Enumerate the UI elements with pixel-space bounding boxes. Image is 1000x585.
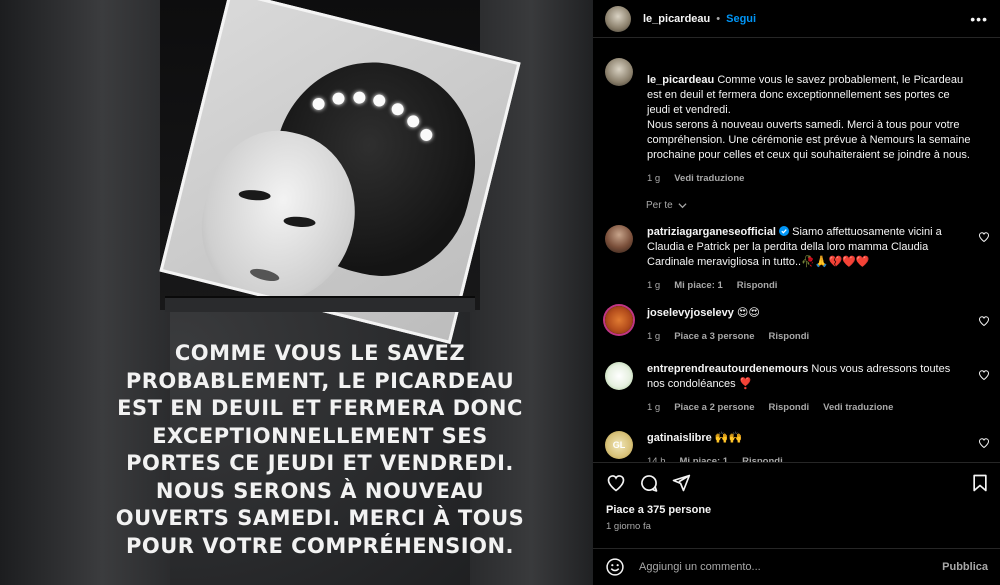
commenter-avatar[interactable]: GL [605,431,633,459]
comment-reply-button[interactable]: Rispondi [737,278,778,293]
comment-reply-button[interactable]: Rispondi [769,329,810,344]
caption-body: le_picardeau Comme vous le savez probabl… [647,58,971,186]
comment-username[interactable]: gatinaislibre [647,432,712,444]
commenter-avatar[interactable] [605,225,633,253]
follow-button[interactable]: Segui [726,13,756,25]
save-bookmark-icon[interactable] [970,473,990,493]
comment-item: patriziagarganeseofficial Siamo affettuo… [605,225,1000,293]
like-comment-heart-icon[interactable] [978,369,990,381]
verified-badge-icon [779,226,790,236]
share-send-icon[interactable] [671,473,691,493]
caption-text: Comme vous le savez probablement, le Pic… [647,74,971,161]
post-sidebar: le_picardeau • Segui ••• le_picardeau Co… [593,0,1000,585]
like-heart-icon[interactable] [606,473,626,493]
comment-meta: 1 g Piace a 3 persone Rispondi [647,329,971,344]
comment-likes[interactable]: Mi piace: 1 [680,454,729,462]
comment-likes[interactable]: Piace a 2 persone [674,400,754,415]
commenter-avatar[interactable] [605,306,633,334]
pocket-lip [165,296,475,312]
like-comment-heart-icon[interactable] [978,437,990,449]
post-image[interactable]: COMME VOUS LE SAVEZ PROBABLEMENT, LE PIC… [0,0,593,585]
caption-time[interactable]: 1 g [647,171,660,186]
caption-translate-link[interactable]: Vedi traduzione [674,171,744,186]
publish-button[interactable]: Pubblica [942,561,988,573]
separator-dot: • [716,12,721,25]
comment-reply-button[interactable]: Rispondi [742,454,783,462]
for-you-label: Per te [646,200,673,211]
comment-item: joselevyjoselevy 😍😍 1 g Piace a 3 person… [605,306,1000,344]
emoji-icon[interactable] [605,557,625,577]
comment-username[interactable]: patriziagarganeseofficial [647,226,776,238]
commenter-avatar[interactable] [605,362,633,390]
comment-username[interactable]: joselevyjoselevy [647,307,734,319]
chevron-down-icon [678,203,688,209]
post-action-bar [593,462,1000,500]
comment-text: 😍😍 [733,307,760,319]
comment-bubble-icon[interactable] [639,473,659,493]
comment-body: joselevyjoselevy 😍😍 1 g Piace a 3 person… [647,306,971,344]
comment-likes[interactable]: Mi piace: 1 [674,278,723,293]
comment-time[interactable]: 1 g [647,400,660,415]
comment-likes[interactable]: Piace a 3 persone [674,329,754,344]
comment-translate-link[interactable]: Vedi traduzione [823,400,893,415]
comment-text: 🙌🙌 [711,432,743,444]
comment-body: gatinaislibre 🙌🙌 14 h Mi piace: 1 Rispon… [647,431,971,462]
add-comment-bar: Pubblica [593,548,1000,585]
like-comment-heart-icon[interactable] [978,231,990,243]
comment-input[interactable] [639,561,919,573]
comment-meta: 14 h Mi piace: 1 Rispondi [647,454,971,462]
post-timestamp: 1 giorno fa [606,521,651,532]
for-you-filter[interactable]: Per te [646,200,688,211]
caption-username[interactable]: le_picardeau [647,74,714,86]
post-overlay-text: COMME VOUS LE SAVEZ PROBABLEMENT, LE PIC… [115,341,525,558]
more-options-icon[interactable]: ••• [970,11,988,27]
comment-time[interactable]: 14 h [647,454,666,462]
comment-item: entreprendreautourdenemours Nous vous ad… [605,362,1000,415]
author-username[interactable]: le_picardeau [643,13,710,25]
author-avatar[interactable] [605,5,631,32]
comment-item: GL gatinaislibre 🙌🙌 14 h Mi piace: 1 Ris… [605,431,1000,462]
comment-time[interactable]: 1 g [647,329,660,344]
comment-body: patriziagarganeseofficial Siamo affettuo… [647,225,971,293]
post-header: le_picardeau • Segui ••• [593,0,1000,38]
comment-meta: 1 g Mi piace: 1 Rispondi [647,278,971,293]
caption: le_picardeau Comme vous le savez probabl… [605,58,1000,186]
comment-meta: 1 g Piace a 2 persone Rispondi Vedi trad… [647,400,971,415]
comment-time[interactable]: 1 g [647,278,660,293]
comment-username[interactable]: entreprendreautourdenemours [647,363,808,375]
comment-body: entreprendreautourdenemours Nous vous ad… [647,362,971,415]
comment-reply-button[interactable]: Rispondi [769,400,810,415]
like-comment-heart-icon[interactable] [978,315,990,327]
author-avatar[interactable] [605,58,633,86]
caption-meta: 1 g Vedi traduzione [647,171,971,186]
likes-count[interactable]: Piace a 375 persone [606,504,711,516]
comments-section[interactable]: le_picardeau Comme vous le savez probabl… [593,38,1000,462]
